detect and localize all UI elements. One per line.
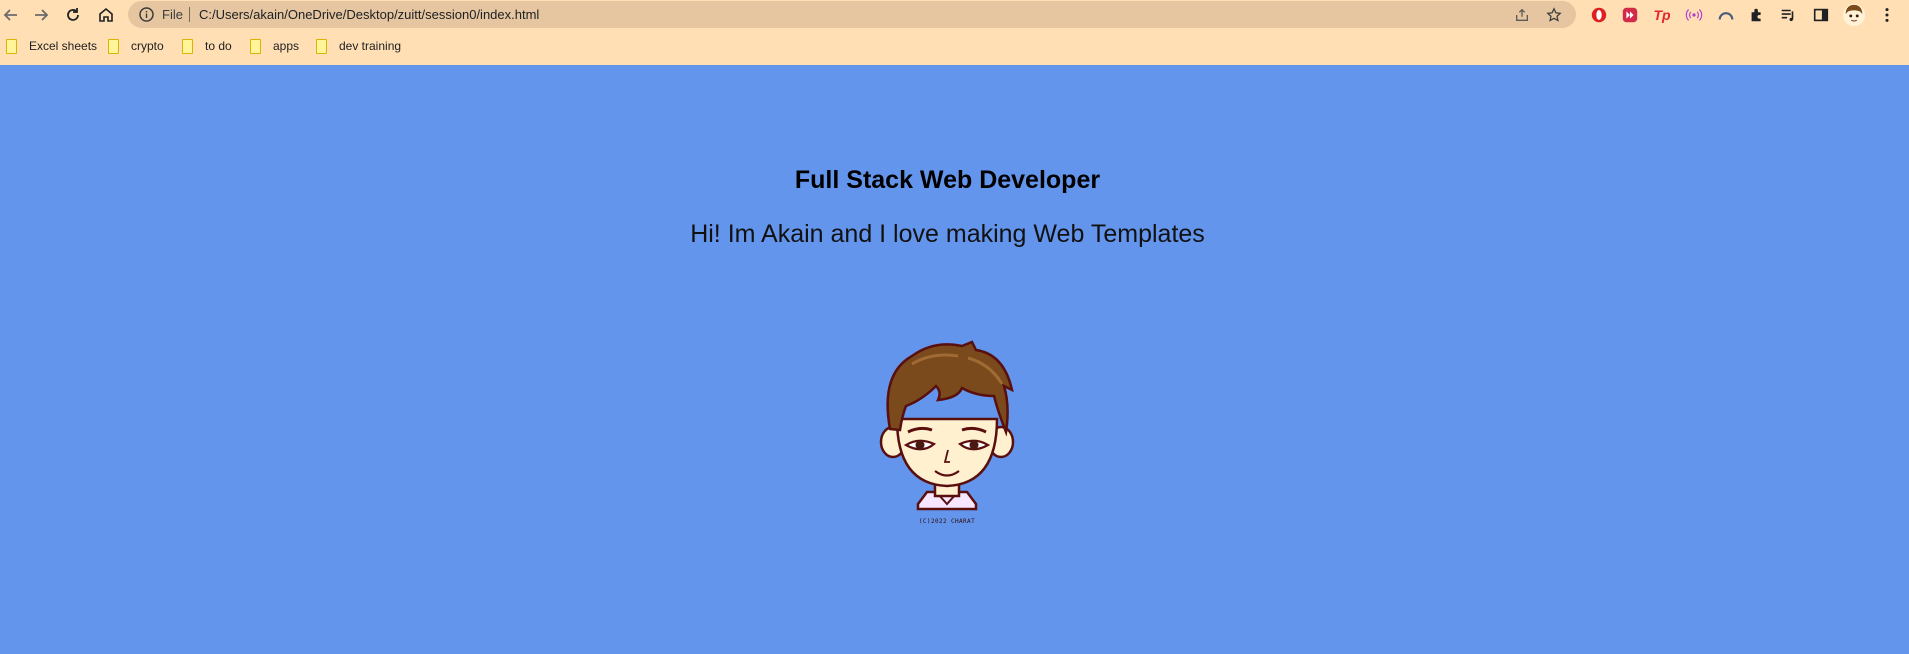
cast-ext-icon[interactable] (1683, 4, 1705, 26)
tp-ext-icon[interactable]: Tp (1651, 4, 1673, 26)
avatar-caption: (C)2022 CHARAT (918, 518, 976, 525)
arc-ext-icon[interactable] (1715, 4, 1737, 26)
tp-ext-label: Tp (1653, 7, 1671, 23)
bookmark-label: Excel sheets (29, 39, 98, 53)
folder-icon (316, 38, 327, 54)
extensions-icon[interactable] (1746, 4, 1768, 26)
page-subtitle: Hi! Im Akain and I love making Web Templ… (690, 220, 1205, 248)
bookmark-label: apps (273, 39, 300, 53)
url-text[interactable]: C:/Users/akain/OneDrive/Desktop/zuitt/se… (199, 7, 539, 22)
info-icon[interactable] (138, 6, 155, 23)
bookmarks-bar: Excel sheets crypto to do apps dev train… (0, 35, 1909, 57)
page-title: Full Stack Web Developer (794, 166, 1101, 194)
profile-avatar[interactable] (1841, 2, 1867, 28)
avatar-illustration (879, 340, 1015, 511)
reload-icon[interactable] (62, 4, 84, 26)
omnibox-divider (189, 7, 190, 22)
media-ext-icon[interactable] (1619, 4, 1641, 26)
folder-icon (6, 38, 17, 54)
browser-chrome: File C:/Users/akain/OneDrive/Desktop/zui… (0, 0, 1909, 65)
forward-icon[interactable] (30, 4, 52, 26)
reading-list-icon[interactable] (1777, 4, 1799, 26)
bookmark-dev-training[interactable]: dev training (316, 37, 401, 55)
star-icon[interactable] (1544, 5, 1564, 25)
opera-ext-icon[interactable] (1588, 4, 1610, 26)
bookmark-label: crypto (131, 39, 164, 53)
bookmark-label: dev training (339, 39, 402, 53)
address-bar[interactable]: File C:/Users/akain/OneDrive/Desktop/zui… (128, 1, 1576, 28)
folder-icon (108, 38, 119, 54)
home-icon[interactable] (95, 4, 117, 26)
folder-icon (250, 38, 261, 54)
side-panel-icon[interactable] (1810, 4, 1832, 26)
folder-icon (182, 38, 193, 54)
browser-toolbar: File C:/Users/akain/OneDrive/Desktop/zui… (0, 0, 1909, 30)
bookmark-excel-sheets[interactable]: Excel sheets (6, 37, 97, 55)
bookmark-apps[interactable]: apps (250, 37, 299, 55)
bookmark-crypto[interactable]: crypto (108, 37, 164, 55)
back-icon[interactable] (0, 4, 22, 26)
share-icon[interactable] (1512, 5, 1532, 25)
menu-icon[interactable] (1876, 4, 1898, 26)
bookmark-label: to do (205, 39, 232, 53)
bookmark-to-do[interactable]: to do (182, 37, 232, 55)
scheme-label: File (162, 7, 183, 22)
page-content: Full Stack Web Developer Hi! Im Akain an… (0, 65, 1909, 654)
